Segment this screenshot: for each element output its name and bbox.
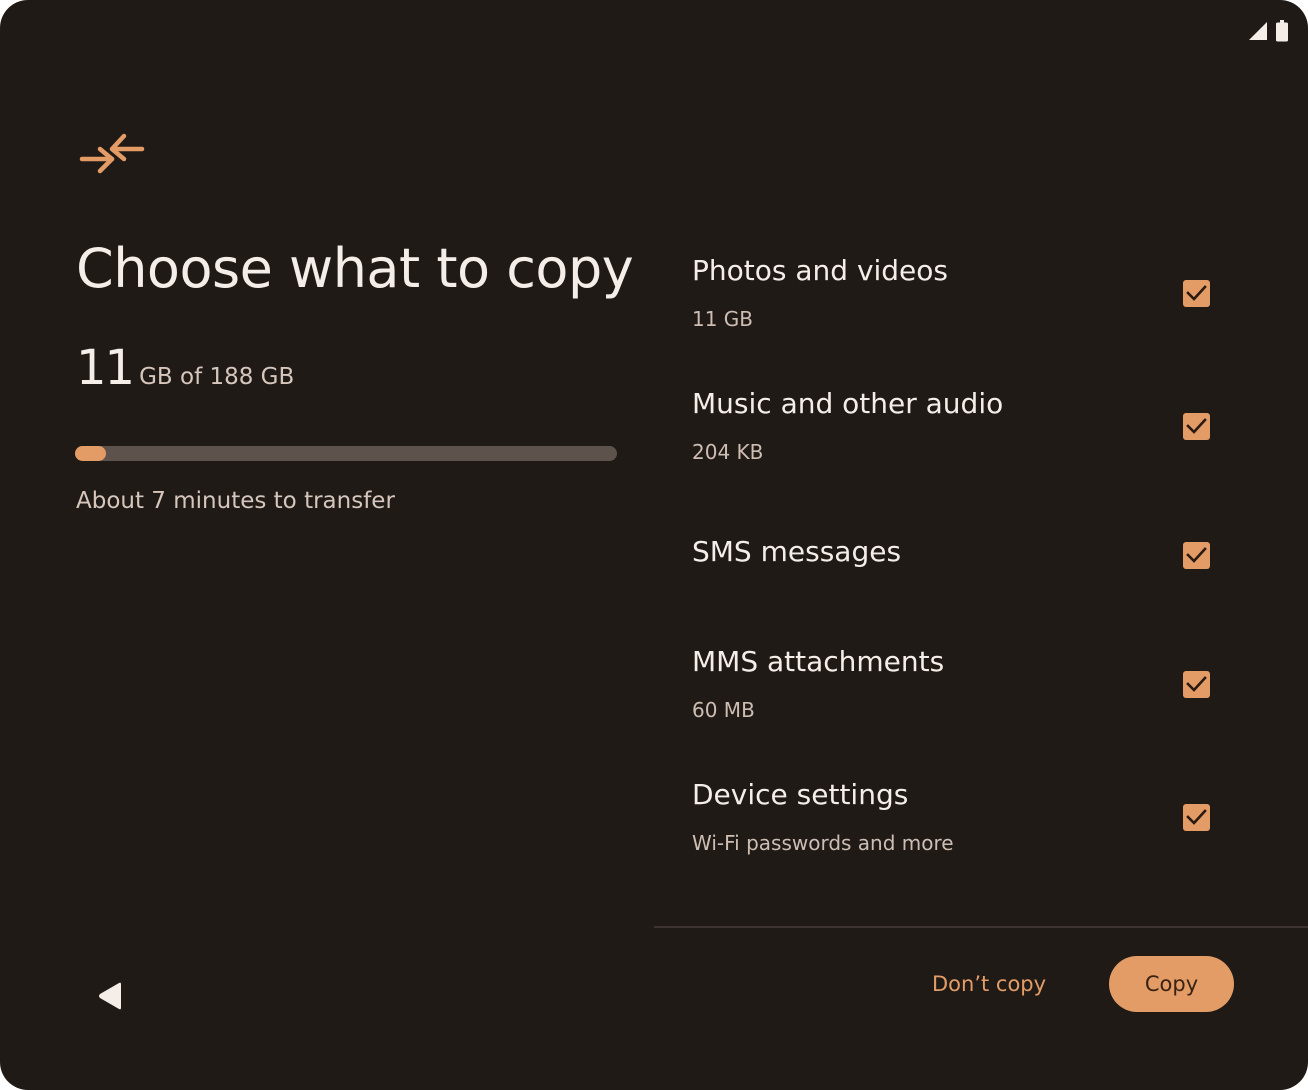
dont-copy-button[interactable]: Don’t copy [918, 960, 1060, 1008]
checkmark-icon [1186, 285, 1207, 301]
item-title: MMS attachments [692, 645, 945, 678]
back-button[interactable] [90, 976, 130, 1016]
item-subtitle: 11 GB [692, 307, 754, 331]
list-item-photos-videos[interactable]: Photos and videos 11 GB [692, 254, 1252, 354]
item-title: Music and other audio [692, 387, 1004, 420]
signal-icon [1248, 21, 1268, 45]
checkbox-photos-videos[interactable] [1183, 280, 1210, 307]
checkbox-sms[interactable] [1183, 542, 1210, 569]
selected-size-value: 11 [76, 340, 135, 396]
checkmark-icon [1186, 809, 1207, 825]
item-subtitle: 60 MB [692, 698, 755, 722]
checkbox-music-audio[interactable] [1183, 413, 1210, 440]
copy-button[interactable]: Copy [1109, 956, 1234, 1012]
checkmark-icon [1186, 418, 1207, 434]
checkmark-icon [1186, 547, 1207, 563]
battery-icon [1276, 20, 1288, 46]
item-subtitle: Wi-Fi passwords and more [692, 831, 954, 855]
list-item-device-settings[interactable]: Device settings Wi-Fi passwords and more [692, 778, 1252, 878]
item-title: Device settings [692, 778, 909, 811]
list-item-mms[interactable]: MMS attachments 60 MB [692, 645, 1252, 745]
list-item-music-audio[interactable]: Music and other audio 204 KB [692, 387, 1252, 487]
checkbox-mms[interactable] [1183, 671, 1210, 698]
item-title: SMS messages [692, 535, 902, 568]
transfer-arrows-icon [78, 128, 146, 180]
item-subtitle: 204 KB [692, 440, 764, 464]
selected-size-detail: GB of 188 GB [139, 364, 295, 390]
item-title: Photos and videos [692, 254, 949, 287]
list-item-sms[interactable]: SMS messages [692, 535, 1252, 595]
footer-divider [654, 926, 1308, 928]
storage-summary: 11 GB of 188 GB [76, 340, 294, 396]
transfer-eta: About 7 minutes to transfer [76, 488, 395, 514]
page-title: Choose what to copy [76, 237, 634, 300]
storage-progress-fill [75, 446, 107, 461]
back-triangle-icon [99, 982, 121, 1010]
status-bar [1248, 20, 1288, 46]
checkmark-icon [1186, 676, 1207, 692]
checkbox-device-settings[interactable] [1183, 804, 1210, 831]
copy-selection-screen: Choose what to copy 11 GB of 188 GB About… [0, 0, 1308, 1090]
storage-progress-bar [75, 446, 617, 461]
